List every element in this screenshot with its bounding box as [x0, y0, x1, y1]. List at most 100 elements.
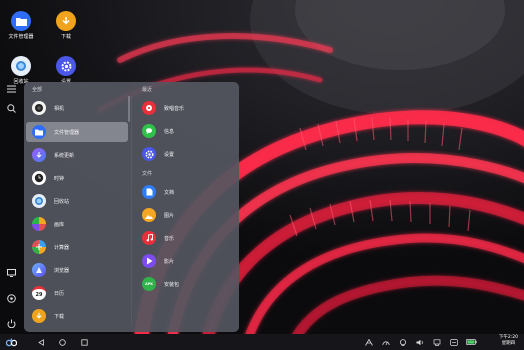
apk-icon: APK [142, 277, 156, 291]
scrollbar[interactable] [128, 96, 130, 122]
document-icon [142, 185, 156, 199]
ethernet-icon [433, 338, 441, 346]
dashboard-button[interactable] [380, 335, 392, 349]
all-apps-title: 全部 [32, 87, 43, 93]
music-icon [142, 231, 156, 245]
message-icon [142, 124, 156, 138]
app-calculator[interactable]: 计算器 [26, 237, 128, 257]
app-browser[interactable]: 浏览器 [26, 260, 128, 280]
app-trash[interactable]: 回收站 [26, 191, 128, 211]
menu-button[interactable] [4, 82, 18, 96]
battery-indicator[interactable] [464, 335, 478, 349]
font-icon [365, 338, 373, 346]
app-launcher: 全部 最近 文件 相机 文件管理器 系统更新 时钟 回收站 画库 计算器 浏览器… [24, 82, 239, 332]
apk-icon-text: APK [145, 282, 153, 286]
volume-button[interactable] [414, 335, 426, 349]
left-dock [0, 80, 22, 334]
home-circle-icon [58, 338, 66, 346]
desktop-icon-settings[interactable]: 设置 [46, 56, 86, 85]
settings-circle-icon [6, 293, 16, 303]
file-type-apk[interactable]: APK 安装包 [136, 274, 234, 294]
battery-icon [465, 339, 477, 345]
power-button[interactable] [4, 316, 18, 330]
video-icon [142, 254, 156, 268]
folder-icon [11, 11, 31, 31]
app-system-update[interactable]: 系统更新 [26, 145, 128, 165]
recent-message[interactable]: 信息 [136, 121, 234, 141]
home-button[interactable] [56, 335, 68, 349]
monitor-icon [6, 269, 16, 277]
file-type-images[interactable]: 图片 [136, 205, 234, 225]
speedometer-icon [382, 340, 390, 345]
app-label: 致唱音乐 [164, 105, 185, 112]
app-label: 日历 [54, 290, 65, 297]
clock[interactable]: 下午2:20 星期四 [499, 335, 518, 347]
app-file-manager[interactable]: 文件管理器 [26, 122, 128, 142]
app-label: 设置 [164, 151, 175, 158]
file-type-videos[interactable]: 影片 [136, 251, 234, 271]
app-label: 文件管理器 [54, 129, 80, 136]
app-label: 回收站 [54, 198, 70, 205]
app-label: 影片 [164, 258, 175, 265]
text-input-button[interactable] [363, 335, 375, 349]
search-icon [6, 103, 16, 113]
app-label: 安装包 [164, 281, 180, 288]
clock-icon [32, 171, 46, 185]
desktop-icon-download[interactable]: 下载 [46, 11, 86, 40]
gear-icon [142, 147, 156, 161]
file-type-documents[interactable]: 文档 [136, 182, 234, 202]
app-label: 信息 [164, 128, 175, 135]
app-label: 时钟 [54, 175, 65, 182]
app-label: 图片 [164, 212, 175, 219]
gear-icon [56, 56, 76, 76]
recent-music-player[interactable]: 致唱音乐 [136, 98, 234, 118]
app-gallery[interactable]: 画库 [26, 214, 128, 234]
desktop-icon-label: 下载 [60, 34, 71, 40]
volume-icon [416, 339, 423, 345]
folder-icon [32, 125, 46, 139]
files-title: 文件 [142, 171, 153, 177]
notification-button[interactable] [448, 335, 460, 349]
desktop-icon-file-manager[interactable]: 文件管理器 [1, 11, 41, 40]
back-triangle-icon [37, 338, 44, 346]
calendar-icon: 29 [32, 286, 46, 300]
recents-square-icon [80, 338, 88, 346]
calendar-date: 29 [35, 291, 43, 298]
app-label: 相机 [54, 105, 65, 112]
app-camera[interactable]: 相机 [26, 98, 128, 118]
start-button[interactable] [3, 335, 19, 349]
system-update-icon [32, 148, 46, 162]
recent-title: 最近 [142, 87, 153, 93]
column-divider [131, 96, 132, 324]
taskbar: 下午2:20 星期四 [0, 334, 524, 350]
recents-button[interactable] [78, 335, 90, 349]
settings-button[interactable] [4, 291, 18, 305]
app-label: 系统更新 [54, 152, 75, 159]
ethernet-button[interactable] [431, 335, 443, 349]
app-label: 画库 [54, 221, 65, 228]
browser-icon [32, 263, 46, 277]
hamburger-menu-icon [6, 85, 16, 93]
camera-icon [32, 101, 46, 115]
search-button[interactable] [4, 101, 18, 115]
clock-day: 星期四 [501, 341, 516, 346]
audio-button[interactable] [397, 335, 409, 349]
trash-icon [32, 194, 46, 208]
gallery-icon [32, 217, 46, 231]
recent-settings[interactable]: 设置 [136, 144, 234, 164]
download-icon [56, 11, 76, 31]
desktop-icon-label: 文件管理器 [8, 34, 34, 40]
launcher-logo-icon [5, 338, 17, 346]
calculator-icon [32, 240, 46, 254]
app-clock[interactable]: 时钟 [26, 168, 128, 188]
app-calendar[interactable]: 29 日历 [26, 283, 128, 303]
notification-icon [450, 338, 458, 346]
music-player-icon [142, 101, 156, 115]
back-button[interactable] [35, 335, 47, 349]
file-type-music[interactable]: 音乐 [136, 228, 234, 248]
app-download[interactable]: 下载 [26, 306, 128, 326]
app-label: 下载 [54, 313, 65, 320]
app-label: 文档 [164, 189, 175, 196]
app-label: 计算器 [54, 244, 70, 251]
desktop-button[interactable] [4, 266, 18, 280]
